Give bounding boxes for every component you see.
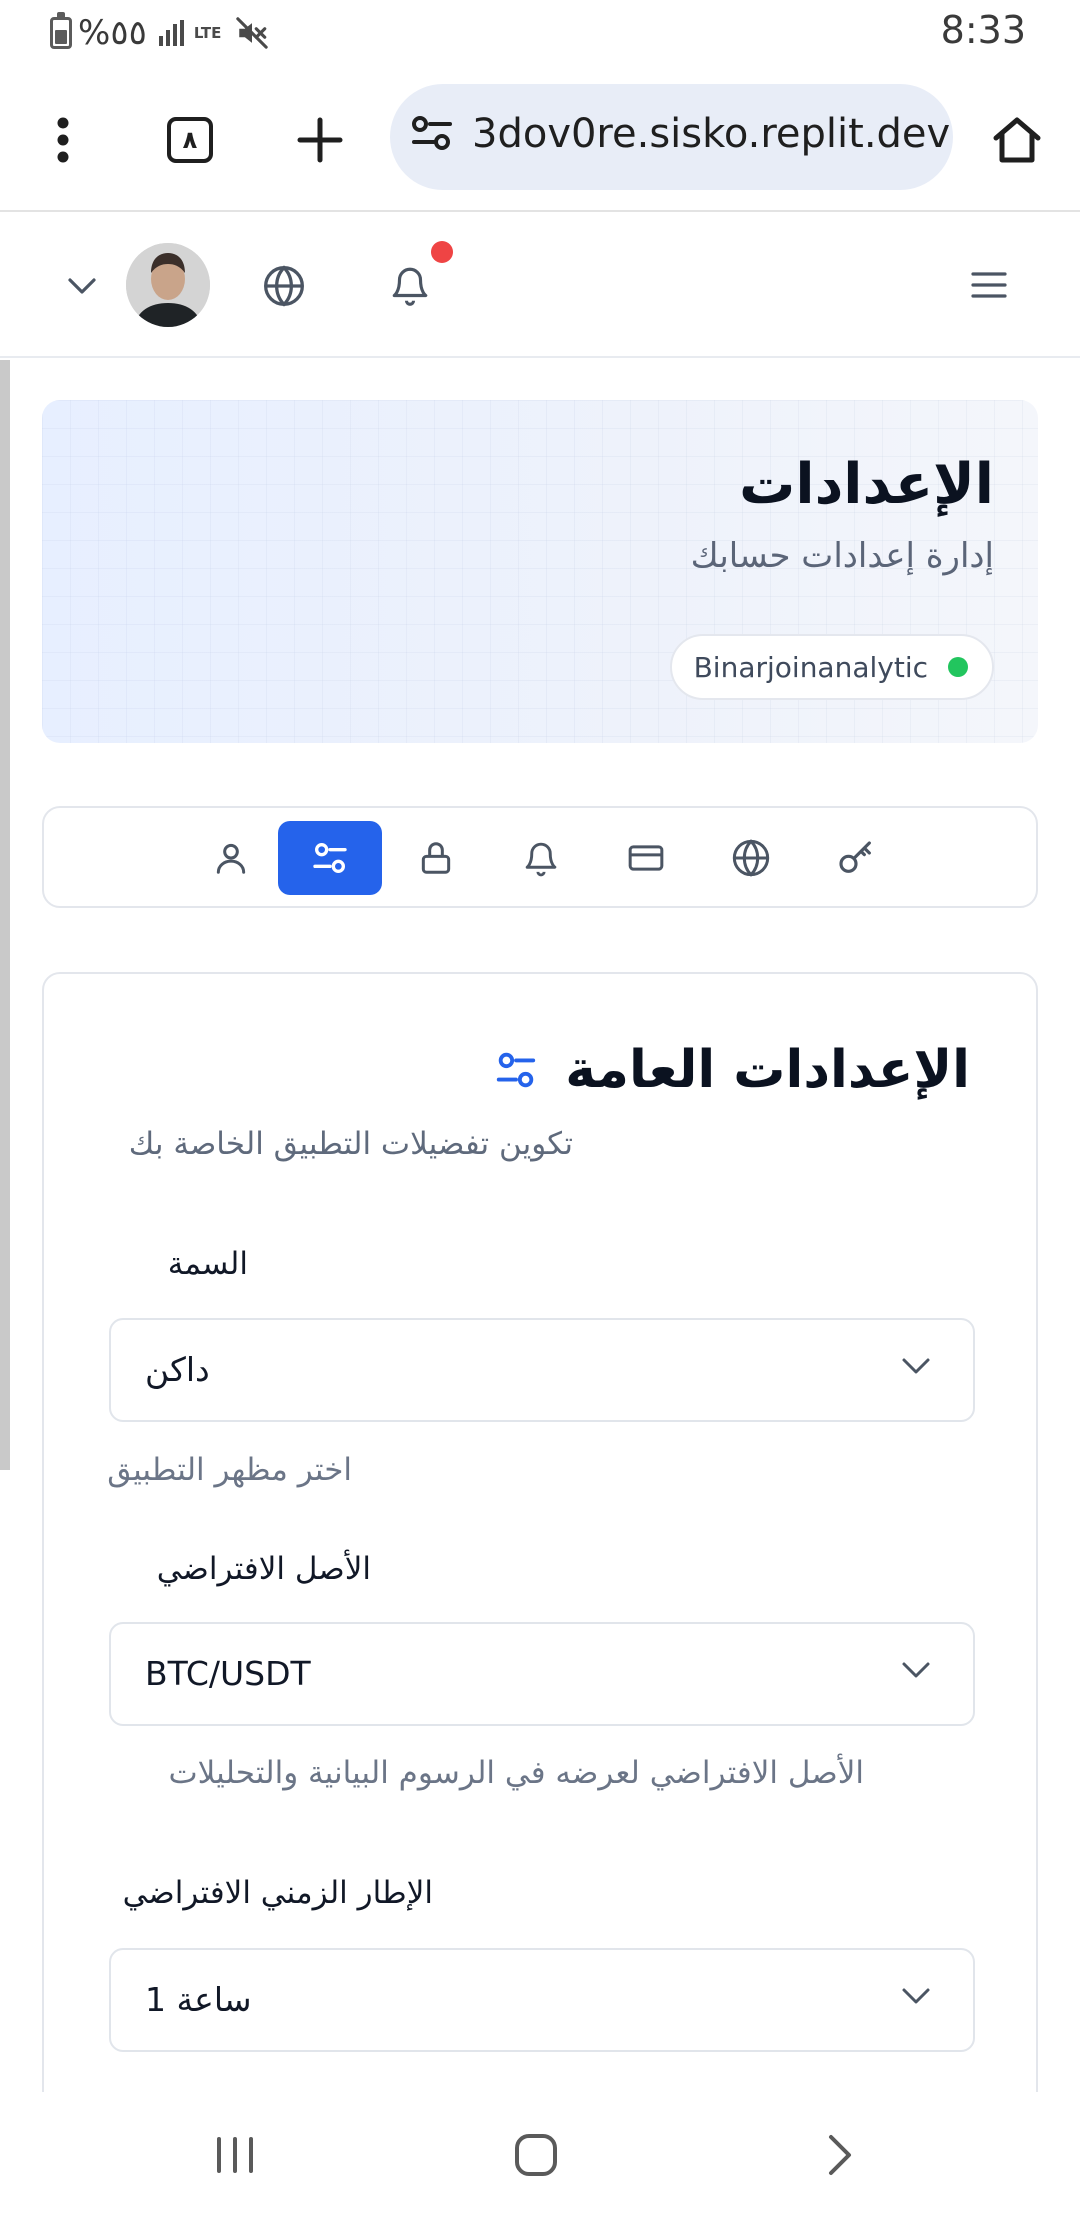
notification-dot xyxy=(431,241,453,263)
browser-menu-icon[interactable] xyxy=(35,112,91,168)
notifications-bell-icon[interactable] xyxy=(385,260,435,310)
new-tab-icon[interactable] xyxy=(292,112,348,168)
page-title: الإعدادات xyxy=(739,452,994,517)
theme-value: داكن xyxy=(145,1350,210,1389)
language-globe-icon[interactable] xyxy=(260,262,308,310)
online-status-dot xyxy=(948,657,968,677)
mute-icon xyxy=(236,17,269,49)
address-bar[interactable]: 3dov0re.sisko.replit.dev xyxy=(390,84,953,190)
theme-help-text: اختر مظهر التطبيق xyxy=(107,1452,352,1488)
bell-icon xyxy=(525,842,557,877)
system-navigation-bar xyxy=(0,2092,1080,2220)
battery-icon xyxy=(50,12,72,49)
credit-card-icon xyxy=(628,845,664,871)
section-header: الإعدادات العامة xyxy=(493,1040,970,1100)
tab-api-keys[interactable] xyxy=(804,821,908,895)
tab-switcher-button[interactable]: ٨ xyxy=(162,112,218,168)
chevron-down-icon xyxy=(902,1662,930,1678)
settings-hero-card: الإعدادات إدارة إعدادات حسابك Binarjoina… xyxy=(42,400,1038,743)
default-asset-label: الأصل الافتراضي xyxy=(156,1551,371,1587)
recent-apps-icon[interactable] xyxy=(195,2120,275,2190)
tab-billing[interactable] xyxy=(594,821,698,895)
back-button-icon[interactable] xyxy=(800,2120,880,2190)
page-subtitle: إدارة إعدادات حسابك xyxy=(690,536,994,576)
chevron-down-icon xyxy=(902,1358,930,1374)
clock: 8:33 xyxy=(940,8,1026,52)
default-asset-value: BTC/USDT xyxy=(145,1654,311,1693)
lock-icon xyxy=(421,842,451,874)
key-icon xyxy=(839,841,871,873)
signal-icon xyxy=(158,20,184,46)
sliders-icon xyxy=(497,1052,536,1088)
avatar[interactable] xyxy=(126,243,210,327)
tab-general[interactable] xyxy=(278,821,382,895)
battery-percent: %٥٥ xyxy=(78,13,147,53)
brand-badge: Binarjoinanalytic xyxy=(669,634,994,700)
theme-label: السمة xyxy=(167,1246,248,1282)
page-scrollbar[interactable] xyxy=(0,360,10,1470)
home-button-icon[interactable] xyxy=(496,2120,576,2190)
status-icons: %٥٥ LTE xyxy=(50,10,269,56)
section-title: الإعدادات العامة xyxy=(565,1040,970,1100)
hamburger-menu-icon[interactable] xyxy=(964,262,1014,308)
tab-count: ٨ xyxy=(167,117,213,163)
user-icon xyxy=(216,843,246,874)
default-asset-select[interactable]: BTC/USDT xyxy=(109,1622,975,1726)
sliders-icon xyxy=(313,843,347,873)
browser-toolbar: ٨ 3dov0re.sisko.replit.dev xyxy=(0,66,1080,212)
url-text: 3dov0re.sisko.replit.dev xyxy=(472,111,951,157)
globe-icon xyxy=(732,839,770,877)
chevron-down-icon xyxy=(902,1988,930,2004)
default-asset-help-text: الأصل الافتراضي لعرضه في الرسوم البيانية… xyxy=(168,1755,864,1791)
tab-security[interactable] xyxy=(384,821,488,895)
site-settings-icon[interactable] xyxy=(408,109,456,157)
tab-language[interactable] xyxy=(699,821,803,895)
default-timeframe-label: الإطار الزمني الافتراضي xyxy=(122,1875,433,1911)
tab-profile[interactable] xyxy=(179,821,283,895)
default-timeframe-value: ساعة 1 xyxy=(145,1980,252,2019)
default-timeframe-select[interactable]: ساعة 1 xyxy=(109,1948,975,2052)
settings-tabs xyxy=(42,806,1038,908)
theme-select[interactable]: داكن xyxy=(109,1318,975,1422)
app-header xyxy=(0,212,1080,358)
status-bar: %٥٥ LTE 8:33 xyxy=(0,0,1080,66)
tab-notifications[interactable] xyxy=(489,821,593,895)
brand-name: Binarjoinanalytic xyxy=(693,650,928,684)
general-settings-card: الإعدادات العامة تكوين تفضيلات التطبيق ا… xyxy=(42,972,1038,2220)
account-menu-chevron-icon[interactable] xyxy=(60,264,104,308)
home-icon[interactable] xyxy=(989,112,1045,168)
section-subtitle: تكوين تفضيلات التطبيق الخاصة بك xyxy=(128,1126,573,1162)
network-type: LTE xyxy=(193,23,222,42)
